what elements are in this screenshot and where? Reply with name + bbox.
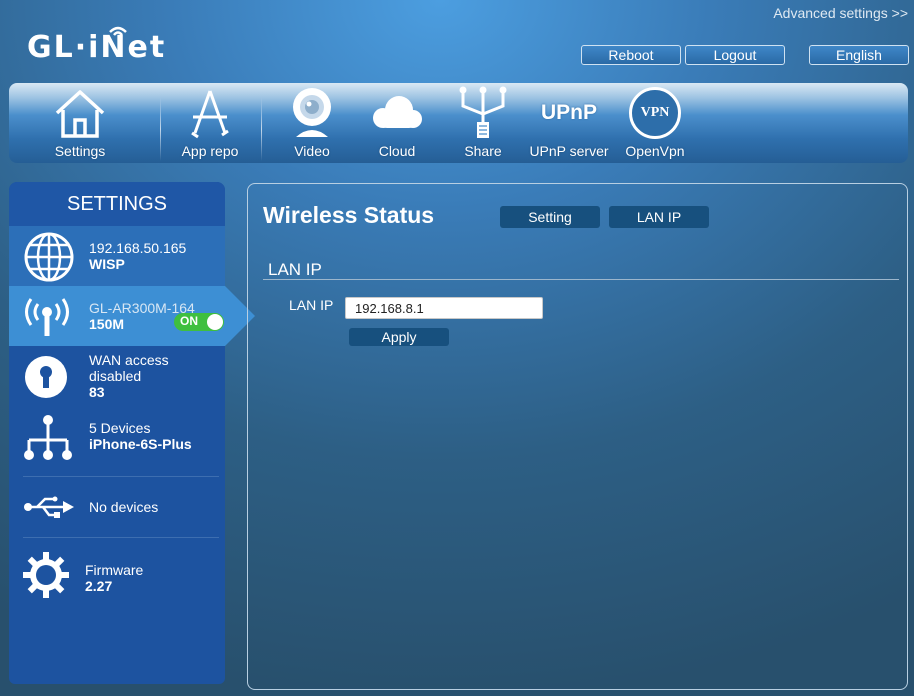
toolbar-cloud[interactable]: Cloud <box>362 83 432 163</box>
sidebar-item-clients[interactable]: 5 Devices iPhone-6S-Plus <box>9 412 225 476</box>
toolbar-divider <box>261 97 262 161</box>
toolbar-label: Cloud <box>378 143 416 159</box>
toolbar-label: UPnP server <box>529 143 609 159</box>
toolbar-label: OpenVpn <box>625 143 685 159</box>
cloud-icon <box>373 96 422 128</box>
clients-count: 5 Devices <box>89 420 151 436</box>
toggle-knob <box>207 314 223 330</box>
apply-button[interactable]: Apply <box>349 328 449 346</box>
network-tree-icon <box>24 415 72 460</box>
toolbar-label: Share <box>464 143 502 159</box>
clients-device: iPhone-6S-Plus <box>89 436 192 452</box>
usb-share-icon <box>459 86 507 138</box>
sidebar-item-firmware[interactable]: Firmware 2.27 <box>9 538 225 608</box>
firmware-version: 2.27 <box>85 578 113 594</box>
lan-ip-label: LAN IP <box>289 297 334 313</box>
settings-sidebar: SETTINGS 192.168.50.165 WISP GL-AR300M-1… <box>9 182 255 684</box>
globe-icon <box>24 232 74 282</box>
toolbar-label: App repo <box>181 143 239 159</box>
toolbar-divider <box>160 97 161 161</box>
toolbar-upnp-server[interactable]: UPnP UPnP server <box>528 83 610 163</box>
vpn-icon: VPN <box>629 87 681 139</box>
toolbar-label: Video <box>294 143 330 159</box>
sidebar-title: SETTINGS <box>9 182 225 226</box>
section-title: LAN IP <box>268 260 322 279</box>
main-panel: Wireless Status Setting LAN IP LAN IP LA… <box>247 183 908 690</box>
lan-ip-input[interactable] <box>345 297 543 319</box>
home-icon <box>55 90 105 138</box>
logo-wifi-icon <box>109 26 127 36</box>
language-button[interactable]: English <box>809 45 909 65</box>
toolbar-label: Settings <box>54 143 106 159</box>
gl-inet-logo: GL·iNet <box>27 26 167 65</box>
toolbar-app-repo[interactable]: App repo <box>175 83 245 163</box>
wireless-toggle[interactable]: ON <box>174 313 224 331</box>
logout-button[interactable]: Logout <box>685 45 785 65</box>
internet-ip: 192.168.50.165 <box>89 240 187 256</box>
main-toolbar: Settings App repo Video Cloud Share UPnP… <box>9 83 908 163</box>
toolbar-settings[interactable]: Settings <box>45 83 115 163</box>
wifi-antenna-icon <box>25 298 69 336</box>
wireless-speed: 150M <box>89 316 125 332</box>
tab-setting[interactable]: Setting <box>500 206 600 228</box>
keyhole-icon <box>25 356 67 398</box>
webcam-icon <box>293 88 331 137</box>
tab-lan-ip[interactable]: LAN IP <box>609 206 709 228</box>
section-divider <box>263 279 899 280</box>
gear-icon <box>23 552 69 598</box>
logo-text: GL·iNet <box>27 30 167 65</box>
reboot-button[interactable]: Reboot <box>581 45 681 65</box>
sidebar-item-internet[interactable]: 192.168.50.165 WISP <box>9 226 225 286</box>
toggle-label: ON <box>180 314 198 328</box>
wan-access-status-2: disabled <box>89 368 142 384</box>
toolbar-share[interactable]: Share <box>448 83 518 163</box>
wan-access-status: WAN access <box>89 352 169 368</box>
firmware-label: Firmware <box>85 562 144 578</box>
page-title: Wireless Status <box>263 202 435 228</box>
upnp-icon: UPnP <box>540 101 597 124</box>
toolbar-video[interactable]: Video <box>277 83 347 163</box>
internet-mode: WISP <box>89 256 125 272</box>
advanced-settings-link[interactable]: Advanced settings >> <box>773 5 908 21</box>
usb-icon <box>24 496 74 518</box>
usb-status: No devices <box>89 499 159 515</box>
sidebar-item-usb[interactable]: No devices <box>9 477 225 537</box>
wan-access-count: 83 <box>89 384 105 400</box>
app-store-icon <box>191 90 229 139</box>
sidebar-item-wireless[interactable]: GL-AR300M-164 150M ON <box>9 286 255 346</box>
toolbar-openvpn[interactable]: VPN OpenVpn <box>620 83 690 163</box>
vpn-icon-text: VPN <box>640 105 670 120</box>
sidebar-item-wan-access[interactable]: WAN access disabled 83 <box>9 346 225 412</box>
